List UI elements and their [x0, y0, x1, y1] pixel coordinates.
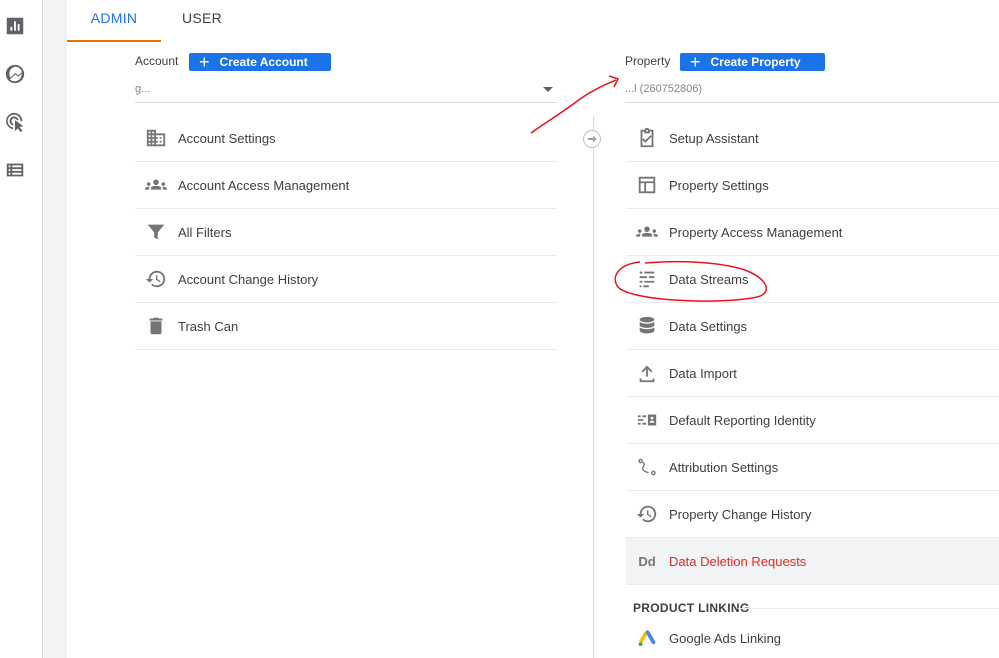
account-label: Account [135, 54, 179, 68]
account-selector-value: g... [135, 83, 151, 95]
upload-icon [634, 362, 660, 384]
product-linking-menu: Google Ads Linking [626, 615, 999, 658]
menu-item-label: Account Change History [178, 271, 319, 287]
people-icon [143, 174, 169, 196]
layout-icon [634, 174, 660, 196]
create-account-button[interactable]: + Create Account [189, 53, 331, 71]
account-menu-item-filters[interactable]: All Filters [135, 209, 557, 256]
property-menu: Setup Assistant Property Settings Proper… [626, 115, 999, 585]
property-menu-item-property-settings[interactable]: Property Settings [626, 162, 999, 209]
identity-icon [634, 409, 660, 431]
menu-item-label: All Filters [178, 224, 232, 240]
configure-icon[interactable] [4, 159, 28, 183]
property-selector[interactable]: ...l (260752806) [625, 83, 999, 103]
account-menu: Account Settings Account Access Manageme… [135, 115, 557, 350]
reports-icon[interactable] [4, 15, 28, 39]
account-menu-item-access[interactable]: Account Access Management [135, 162, 557, 209]
account-menu-item-settings[interactable]: Account Settings [135, 115, 557, 162]
product-linking-item-google-ads[interactable]: Google Ads Linking [626, 615, 999, 658]
property-menu-item-access[interactable]: Property Access Management [626, 209, 999, 256]
tab-user[interactable]: USER [177, 0, 227, 42]
menu-item-label: Account Settings [178, 130, 276, 146]
advertising-icon[interactable] [4, 111, 28, 135]
plus-icon: + [199, 52, 210, 72]
create-account-label: Create Account [219, 55, 308, 69]
attribution-icon [634, 456, 660, 478]
history-icon [634, 503, 660, 525]
admin-tabs: ADMIN USER [67, 0, 999, 42]
create-property-button[interactable]: + Create Property [680, 53, 825, 71]
database-icon [634, 315, 660, 337]
section-divider [738, 608, 999, 609]
property-menu-item-change-history[interactable]: Property Change History [626, 491, 999, 538]
gutter [43, 0, 67, 658]
column-divider [593, 116, 594, 658]
property-menu-item-setup-assistant[interactable]: Setup Assistant [626, 115, 999, 162]
property-label: Property [625, 54, 671, 68]
dd-icon: Dd [638, 553, 656, 569]
explore-icon[interactable] [4, 63, 28, 87]
people-icon [634, 221, 660, 243]
menu-item-label: Data Streams [669, 271, 749, 287]
product-linking-title: PRODUCT LINKING [633, 601, 750, 615]
menu-item-label: Property Access Management [669, 224, 843, 240]
streams-icon [634, 268, 660, 290]
admin-page: ADMIN USER Account + Create Account g...… [0, 0, 999, 658]
menu-item-label: Property Settings [669, 177, 769, 193]
property-menu-item-data-import[interactable]: Data Import [626, 350, 999, 397]
dropdown-arrow-icon [543, 87, 553, 92]
menu-item-label: Account Access Management [178, 177, 350, 193]
menu-item-label: Google Ads Linking [669, 631, 782, 646]
account-menu-item-change-history[interactable]: Account Change History [135, 256, 557, 303]
property-menu-item-data-deletion[interactable]: Dd Data Deletion Requests [626, 538, 999, 585]
google-ads-icon [634, 628, 660, 650]
menu-item-label: Property Change History [669, 506, 812, 522]
property-menu-item-reporting-identity[interactable]: Default Reporting Identity [626, 397, 999, 444]
building-icon [143, 127, 169, 149]
trash-icon [143, 315, 169, 337]
menu-item-label: Data Deletion Requests [669, 553, 807, 569]
menu-item-label: Setup Assistant [669, 130, 759, 146]
menu-item-label: Attribution Settings [669, 459, 779, 475]
account-selector[interactable]: g... [135, 83, 557, 103]
arrow-right-icon [583, 130, 601, 148]
menu-item-label: Default Reporting Identity [669, 412, 816, 428]
property-selector-value: ...l (260752806) [625, 83, 703, 95]
checklist-icon [634, 127, 660, 149]
menu-item-label: Data Settings [669, 318, 748, 334]
tab-admin[interactable]: ADMIN [67, 0, 161, 42]
account-menu-item-trash[interactable]: Trash Can [135, 303, 557, 350]
filter-icon [143, 221, 169, 243]
history-icon [143, 268, 169, 290]
property-menu-item-attribution-settings[interactable]: Attribution Settings [626, 444, 999, 491]
menu-item-label: Data Import [669, 365, 737, 381]
plus-icon: + [690, 52, 701, 72]
admin-content: Account + Create Account g... Property +… [67, 42, 999, 658]
property-menu-item-data-streams[interactable]: Data Streams [626, 256, 999, 303]
property-menu-item-data-settings[interactable]: Data Settings [626, 303, 999, 350]
create-property-label: Create Property [710, 55, 801, 69]
menu-item-label: Trash Can [178, 318, 239, 334]
left-nav-rail [0, 0, 43, 658]
